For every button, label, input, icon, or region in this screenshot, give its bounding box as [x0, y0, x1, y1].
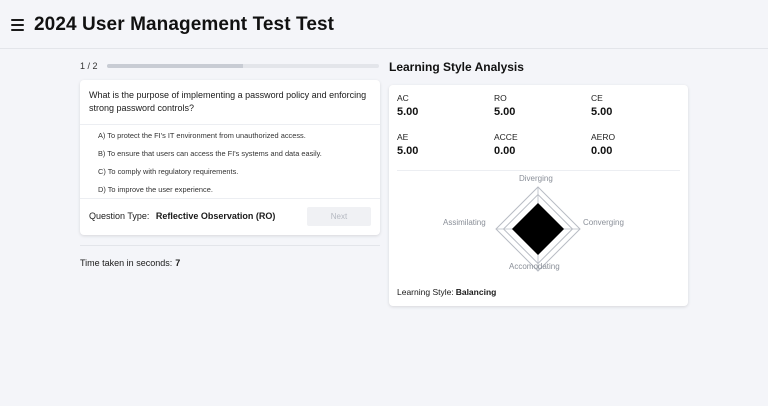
- learning-style-radar-chart: Diverging Converging Accomodating Assimi…: [433, 174, 643, 281]
- learning-style-result: Learning Style: Balancing: [397, 287, 496, 297]
- next-button[interactable]: Next: [307, 207, 371, 226]
- answer-option-a[interactable]: A) To protect the FI's IT environment fr…: [80, 127, 380, 145]
- analysis-title: Learning Style Analysis: [389, 60, 524, 74]
- answer-options: A) To protect the FI's IT environment fr…: [80, 124, 380, 199]
- question-type: Question Type: Reflective Observation (R…: [89, 211, 275, 221]
- metric-aero: AERO 0.00: [591, 132, 615, 157]
- metric-label: AERO: [591, 132, 616, 142]
- metric-value: 5.00: [397, 106, 419, 118]
- metric-label: AE: [397, 132, 409, 142]
- metric-value: 5.00: [591, 106, 613, 118]
- answer-option-d[interactable]: D) To improve the user experience.: [80, 181, 380, 199]
- question-card: What is the purpose of implementing a pa…: [80, 80, 380, 235]
- analysis-card: AC 5.00 RO 5.00 CE 5.00 AE 5.00 ACCE 0.0…: [389, 85, 688, 306]
- metric-label: AC: [397, 93, 409, 103]
- radar-axis-label-accomodating: Accomodating: [509, 262, 560, 271]
- time-taken-value: 7: [175, 258, 181, 268]
- metric-label: ACCE: [494, 132, 518, 142]
- metric-ac: AC 5.00: [397, 93, 418, 118]
- question-progress-label: 1 / 2: [80, 61, 98, 71]
- metric-ce: CE 5.00: [591, 93, 612, 118]
- metric-value: 0.00: [494, 145, 516, 157]
- question-progress-fill: [107, 64, 243, 68]
- top-header: 2024 User Management Test Test: [0, 0, 768, 49]
- metric-acce: ACCE 0.00: [494, 132, 518, 157]
- time-taken: Time taken in seconds: 7: [80, 258, 180, 268]
- divider: [80, 245, 380, 246]
- hamburger-menu-icon[interactable]: [11, 19, 24, 31]
- page-title: 2024 User Management Test Test: [34, 14, 335, 35]
- metric-ro: RO 5.00: [494, 93, 515, 118]
- question-type-value: Reflective Observation (RO): [155, 211, 276, 221]
- divider: [397, 170, 680, 171]
- metric-value: 5.00: [397, 145, 419, 157]
- question-progress-bar: [107, 64, 379, 68]
- metric-label: RO: [494, 93, 507, 103]
- answer-option-c[interactable]: C) To comply with regulatory requirement…: [80, 163, 380, 181]
- learning-style-value: Balancing: [455, 287, 497, 297]
- question-text: What is the purpose of implementing a pa…: [89, 90, 367, 113]
- radar-data-shape: [511, 202, 565, 256]
- metric-value: 0.00: [591, 145, 613, 157]
- metric-value: 5.00: [494, 106, 516, 118]
- question-card-footer: Question Type: Reflective Observation (R…: [80, 198, 380, 235]
- metric-label: CE: [591, 93, 603, 103]
- radar-axis-label-converging: Converging: [583, 218, 624, 227]
- question-type-label: Question Type:: [89, 211, 150, 221]
- metric-ae: AE 5.00: [397, 132, 418, 157]
- radar-axis-label-diverging: Diverging: [519, 174, 553, 183]
- learning-style-label: Learning Style:: [397, 287, 454, 297]
- time-taken-label: Time taken in seconds:: [80, 258, 173, 268]
- radar-axis-label-assimilating: Assimilating: [443, 218, 486, 227]
- answer-option-b[interactable]: B) To ensure that users can access the F…: [80, 145, 380, 163]
